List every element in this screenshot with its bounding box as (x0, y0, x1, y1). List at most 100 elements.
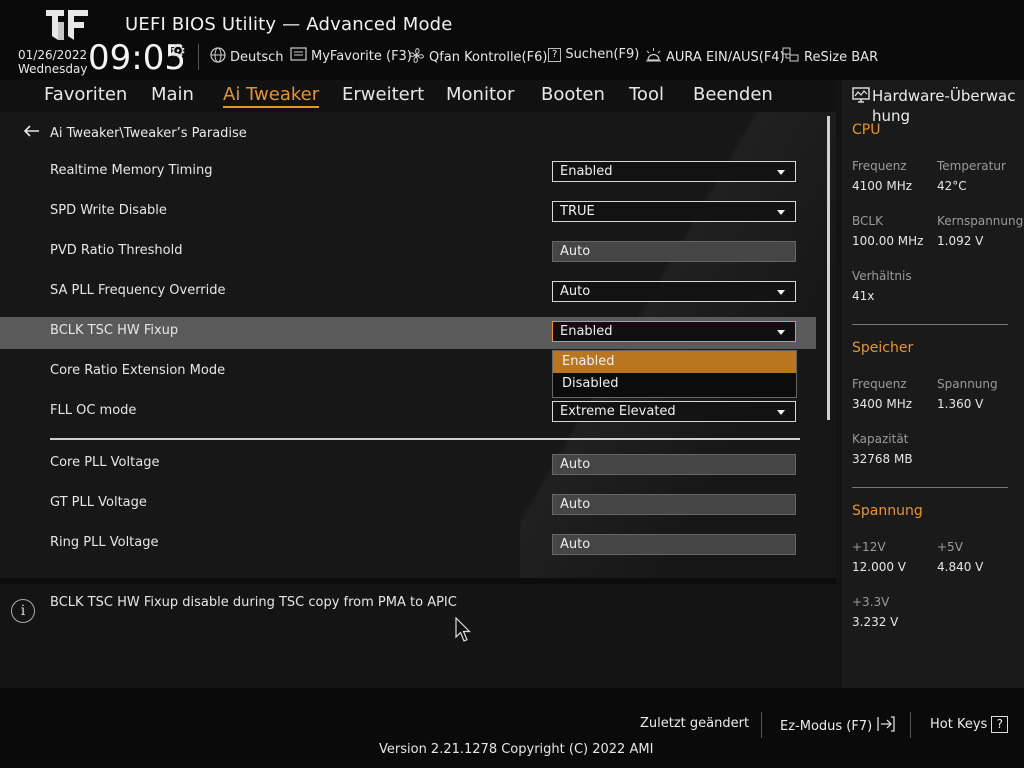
ratio-value: 41x (852, 289, 875, 303)
dropdown-option-disabled[interactable]: Disabled (553, 373, 796, 395)
scrollbar[interactable] (827, 116, 830, 420)
breadcrumb[interactable]: Ai Tweaker\Tweaker’s Paradise (23, 125, 247, 141)
fll-oc-mode-select[interactable]: Extreme Elevated (552, 401, 796, 422)
aura-button[interactable]: AURA EIN/AUS(F4) (645, 47, 785, 67)
search-label: Suchen(F9) (565, 47, 640, 62)
mem-cap-value: 32768 MB (852, 452, 913, 466)
date-display: 01/26/2022 Wednesday (18, 48, 87, 76)
breadcrumb-text: Ai Tweaker\Tweaker’s Paradise (50, 125, 247, 141)
resize-bar-button[interactable]: ReSize BAR (782, 47, 878, 67)
hardware-monitor-title: Hardware-Überwac hung (872, 87, 1016, 125)
mem-volt-value: 1.360 V (937, 397, 984, 411)
bclk-tsc-hw-fixup-select[interactable]: Enabled (552, 321, 796, 342)
tab-ai-tweaker[interactable]: Ai Tweaker (223, 84, 320, 108)
core-pll-voltage-field[interactable]: Auto (552, 454, 796, 475)
select-value: TRUE (560, 204, 595, 219)
section-separator (852, 324, 1008, 325)
resize-bar-label: ReSize BAR (804, 49, 879, 65)
spd-write-disable-select[interactable]: TRUE (552, 201, 796, 222)
setting-label: PVD Ratio Threshold (50, 243, 183, 258)
select-value: Enabled (560, 324, 613, 339)
footer-divider (910, 712, 911, 738)
select-value: Enabled (560, 164, 613, 179)
app-title: UEFI BIOS Utility — Advanced Mode (125, 14, 453, 35)
tab-favoriten[interactable]: Favoriten (44, 84, 127, 105)
search-button[interactable]: ? Suchen(F9) (548, 47, 639, 62)
myfavorite-label: MyFavorite (F3) (311, 48, 412, 64)
hot-keys-button[interactable]: Hot Keys ? (930, 716, 1009, 733)
footer-divider (761, 712, 762, 738)
ratio-label: Verhältnis (852, 269, 912, 283)
weekday-text: Wednesday (18, 62, 88, 76)
sa-pll-frequency-override-select[interactable]: Auto (552, 281, 796, 302)
select-value: Auto (560, 284, 591, 299)
chevron-down-icon (777, 330, 785, 335)
qfan-label: Qfan Kontrolle(F6) (429, 50, 548, 65)
tuf-logo (46, 10, 88, 40)
monitor-icon (852, 86, 870, 108)
select-value: Extreme Elevated (560, 404, 676, 419)
setting-label: Realtime Memory Timing (50, 163, 213, 178)
language-label: Deutsch (230, 49, 284, 65)
v5-value: 4.840 V (937, 560, 984, 574)
date-text: 01/26/2022 (18, 48, 88, 62)
info-icon: i (11, 599, 35, 623)
chevron-down-icon (777, 290, 785, 295)
chevron-down-icon (777, 410, 785, 415)
gear-icon[interactable]: ⚙ (170, 41, 186, 62)
setting-label: GT PLL Voltage (50, 495, 147, 510)
header-divider (198, 44, 199, 70)
last-changed-button[interactable]: Zuletzt geändert (640, 716, 749, 731)
tab-main[interactable]: Main (151, 84, 194, 105)
cpu-temp-label: Temperatur (937, 159, 1006, 173)
tab-tool[interactable]: Tool (629, 84, 664, 105)
dropdown-option-enabled[interactable]: Enabled (553, 351, 796, 373)
aura-label: AURA EIN/AUS(F4) (666, 49, 785, 65)
section-separator (852, 487, 1008, 488)
help-key-icon: ? (991, 716, 1009, 733)
bclk-label: BCLK (852, 214, 883, 228)
vcore-value: 1.092 V (937, 234, 984, 248)
v33-label: +3.3V (852, 595, 890, 609)
mem-volt-label: Spannung (937, 377, 998, 391)
setting-label: Core Ratio Extension Mode (50, 363, 226, 378)
tab-monitor[interactable]: Monitor (446, 84, 514, 105)
ez-mode-button[interactable]: Ez-Modus (F7) (780, 716, 896, 736)
back-arrow-icon[interactable] (23, 125, 40, 141)
fan-icon (408, 47, 425, 68)
globe-icon (210, 47, 226, 67)
qfan-button[interactable]: Qfan Kontrolle(F6) (408, 47, 547, 68)
cpu-section-title: CPU (852, 122, 881, 138)
cpu-freq-value: 4100 MHz (852, 179, 913, 193)
mouse-cursor-icon (455, 617, 471, 642)
ez-mode-label: Ez-Modus (F7) (780, 718, 873, 734)
myfavorite-button[interactable]: MyFavorite (F3) (290, 47, 412, 65)
tab-erweitert[interactable]: Erweitert (342, 84, 424, 105)
gt-pll-voltage-field[interactable]: Auto (552, 494, 796, 515)
chevron-down-icon (777, 170, 785, 175)
setting-label: BCLK TSC HW Fixup (50, 323, 179, 338)
pvd-ratio-threshold-field: Auto (552, 241, 796, 262)
v12-value: 12.000 V (852, 560, 907, 574)
v5-label: +5V (937, 540, 963, 554)
setting-label: Ring PLL Voltage (50, 535, 159, 550)
ring-pll-voltage-field[interactable]: Auto (552, 534, 796, 555)
resize-bar-icon (782, 47, 800, 67)
tab-beenden[interactable]: Beenden (693, 84, 773, 105)
setting-label: Core PLL Voltage (50, 455, 160, 470)
tab-booten[interactable]: Booten (541, 84, 605, 105)
realtime-memory-timing-select[interactable]: Enabled (552, 161, 796, 182)
setting-label: FLL OC mode (50, 403, 137, 418)
setting-label: SA PLL Frequency Override (50, 283, 226, 298)
cpu-freq-label: Frequenz (852, 159, 907, 173)
voltage-section-title: Spannung (852, 503, 923, 519)
favorite-icon (290, 47, 307, 65)
language-button[interactable]: Deutsch (210, 47, 284, 67)
search-help-icon: ? (548, 47, 562, 62)
v12-label: +12V (852, 540, 886, 554)
setting-label: SPD Write Disable (50, 203, 167, 218)
cpu-temp-value: 42°C (937, 179, 967, 193)
dropdown-menu: Enabled Disabled (552, 350, 797, 398)
mem-cap-label: Kapazität (852, 432, 909, 446)
section-divider (50, 438, 800, 440)
